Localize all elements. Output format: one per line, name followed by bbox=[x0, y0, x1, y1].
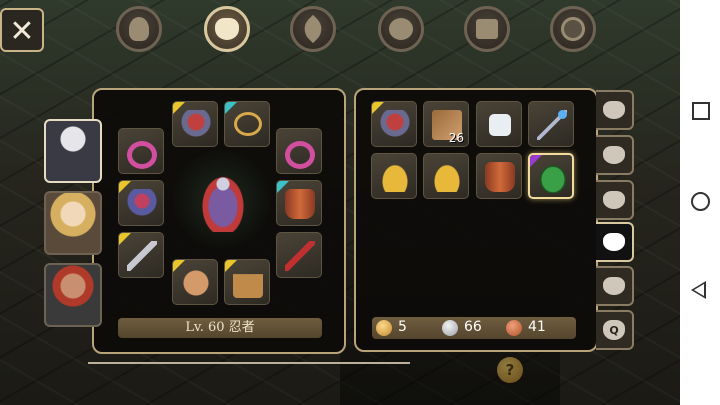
head-icon bbox=[129, 17, 149, 41]
ring-icon bbox=[285, 141, 315, 169]
bag-icon bbox=[603, 233, 625, 251]
item-quantity: 26 bbox=[448, 131, 464, 145]
gold-coin-icon bbox=[376, 320, 392, 336]
tab-party[interactable] bbox=[378, 6, 424, 52]
home-button[interactable] bbox=[691, 192, 710, 211]
hero-character bbox=[196, 168, 250, 232]
lamp-icon bbox=[380, 162, 410, 192]
quest-bag-icon: Q bbox=[603, 320, 625, 340]
tab-character[interactable] bbox=[116, 6, 162, 52]
bag-tab-1[interactable] bbox=[596, 90, 634, 130]
gloves-icon bbox=[181, 268, 211, 298]
leaf-icon bbox=[298, 14, 328, 44]
inventory-slot-3[interactable] bbox=[476, 101, 522, 147]
egg-icon bbox=[538, 163, 568, 193]
character-level-label: Lv. 60 忍者 bbox=[118, 318, 322, 338]
vest-icon bbox=[285, 189, 315, 219]
android-nav-bar bbox=[680, 0, 720, 405]
bag-icon bbox=[215, 18, 239, 40]
silver-coin-icon bbox=[442, 320, 458, 336]
divider-line bbox=[88, 362, 410, 364]
equip-slot-ring-right[interactable] bbox=[276, 128, 322, 174]
equip-slot-weapon-left[interactable] bbox=[118, 232, 164, 278]
recent-apps-button[interactable] bbox=[692, 102, 710, 120]
inventory-slot-7[interactable] bbox=[476, 153, 522, 199]
bag-icon bbox=[603, 191, 625, 209]
tab-skills[interactable] bbox=[290, 6, 336, 52]
equip-slot-vest[interactable] bbox=[276, 180, 322, 226]
lamp-icon bbox=[432, 162, 462, 192]
silver-amount: 66 bbox=[464, 319, 482, 335]
gear-icon bbox=[561, 17, 585, 41]
tab-bag[interactable] bbox=[204, 6, 250, 52]
currency-bar: 5 66 41 bbox=[372, 317, 576, 339]
people-icon bbox=[389, 18, 413, 40]
bag-tab-2[interactable] bbox=[596, 135, 634, 175]
blade-icon bbox=[127, 241, 157, 271]
tab-settings[interactable] bbox=[550, 6, 596, 52]
equip-slot-gloves[interactable] bbox=[172, 259, 218, 305]
bag-icon bbox=[603, 101, 625, 119]
scroll-icon bbox=[476, 19, 498, 39]
equip-slot-armor[interactable] bbox=[172, 101, 218, 147]
bag-tab-quest[interactable]: Q bbox=[596, 310, 634, 350]
armor-icon bbox=[380, 110, 410, 140]
character-portrait-1[interactable] bbox=[44, 119, 102, 183]
red-blade-icon bbox=[285, 241, 315, 271]
inventory-slot-6[interactable] bbox=[423, 153, 469, 199]
bag-tab-4[interactable] bbox=[596, 222, 634, 262]
rarity-marker bbox=[225, 102, 237, 114]
character-portrait-2[interactable] bbox=[44, 191, 102, 255]
staff-icon bbox=[537, 110, 567, 140]
inventory-slot-1[interactable] bbox=[371, 101, 417, 147]
equip-slot-boots[interactable] bbox=[224, 259, 270, 305]
character-portrait-3[interactable] bbox=[44, 263, 102, 327]
equip-slot-necklace[interactable] bbox=[224, 101, 270, 147]
copper-amount: 41 bbox=[528, 319, 546, 335]
equip-slot-body[interactable] bbox=[118, 180, 164, 226]
bag-icon bbox=[603, 146, 625, 164]
equip-slot-weapon-right[interactable] bbox=[276, 232, 322, 278]
dice-icon bbox=[489, 114, 511, 136]
bag-icon bbox=[603, 277, 625, 295]
back-button[interactable] bbox=[691, 281, 706, 299]
bag-tab-3[interactable] bbox=[596, 180, 634, 220]
inventory-slot-4[interactable] bbox=[528, 101, 574, 147]
gold-amount: 5 bbox=[398, 319, 407, 335]
quest-marker-icon: ? bbox=[497, 357, 523, 383]
equip-slot-ring-left[interactable] bbox=[118, 128, 164, 174]
close-button[interactable]: ✕ bbox=[0, 8, 44, 52]
inventory-slot-8[interactable] bbox=[528, 153, 574, 199]
vest-icon bbox=[485, 162, 515, 192]
inventory-slot-2[interactable]: 26 bbox=[423, 101, 469, 147]
inventory-slot-5[interactable] bbox=[371, 153, 417, 199]
necklace-icon bbox=[234, 112, 262, 136]
armor-icon bbox=[181, 110, 211, 140]
robot-armor-icon bbox=[127, 189, 157, 219]
ring-icon bbox=[127, 141, 157, 169]
boots-icon bbox=[233, 268, 263, 298]
bag-tab-5[interactable] bbox=[596, 266, 634, 306]
copper-coin-icon bbox=[506, 320, 522, 336]
tab-quests[interactable] bbox=[464, 6, 510, 52]
